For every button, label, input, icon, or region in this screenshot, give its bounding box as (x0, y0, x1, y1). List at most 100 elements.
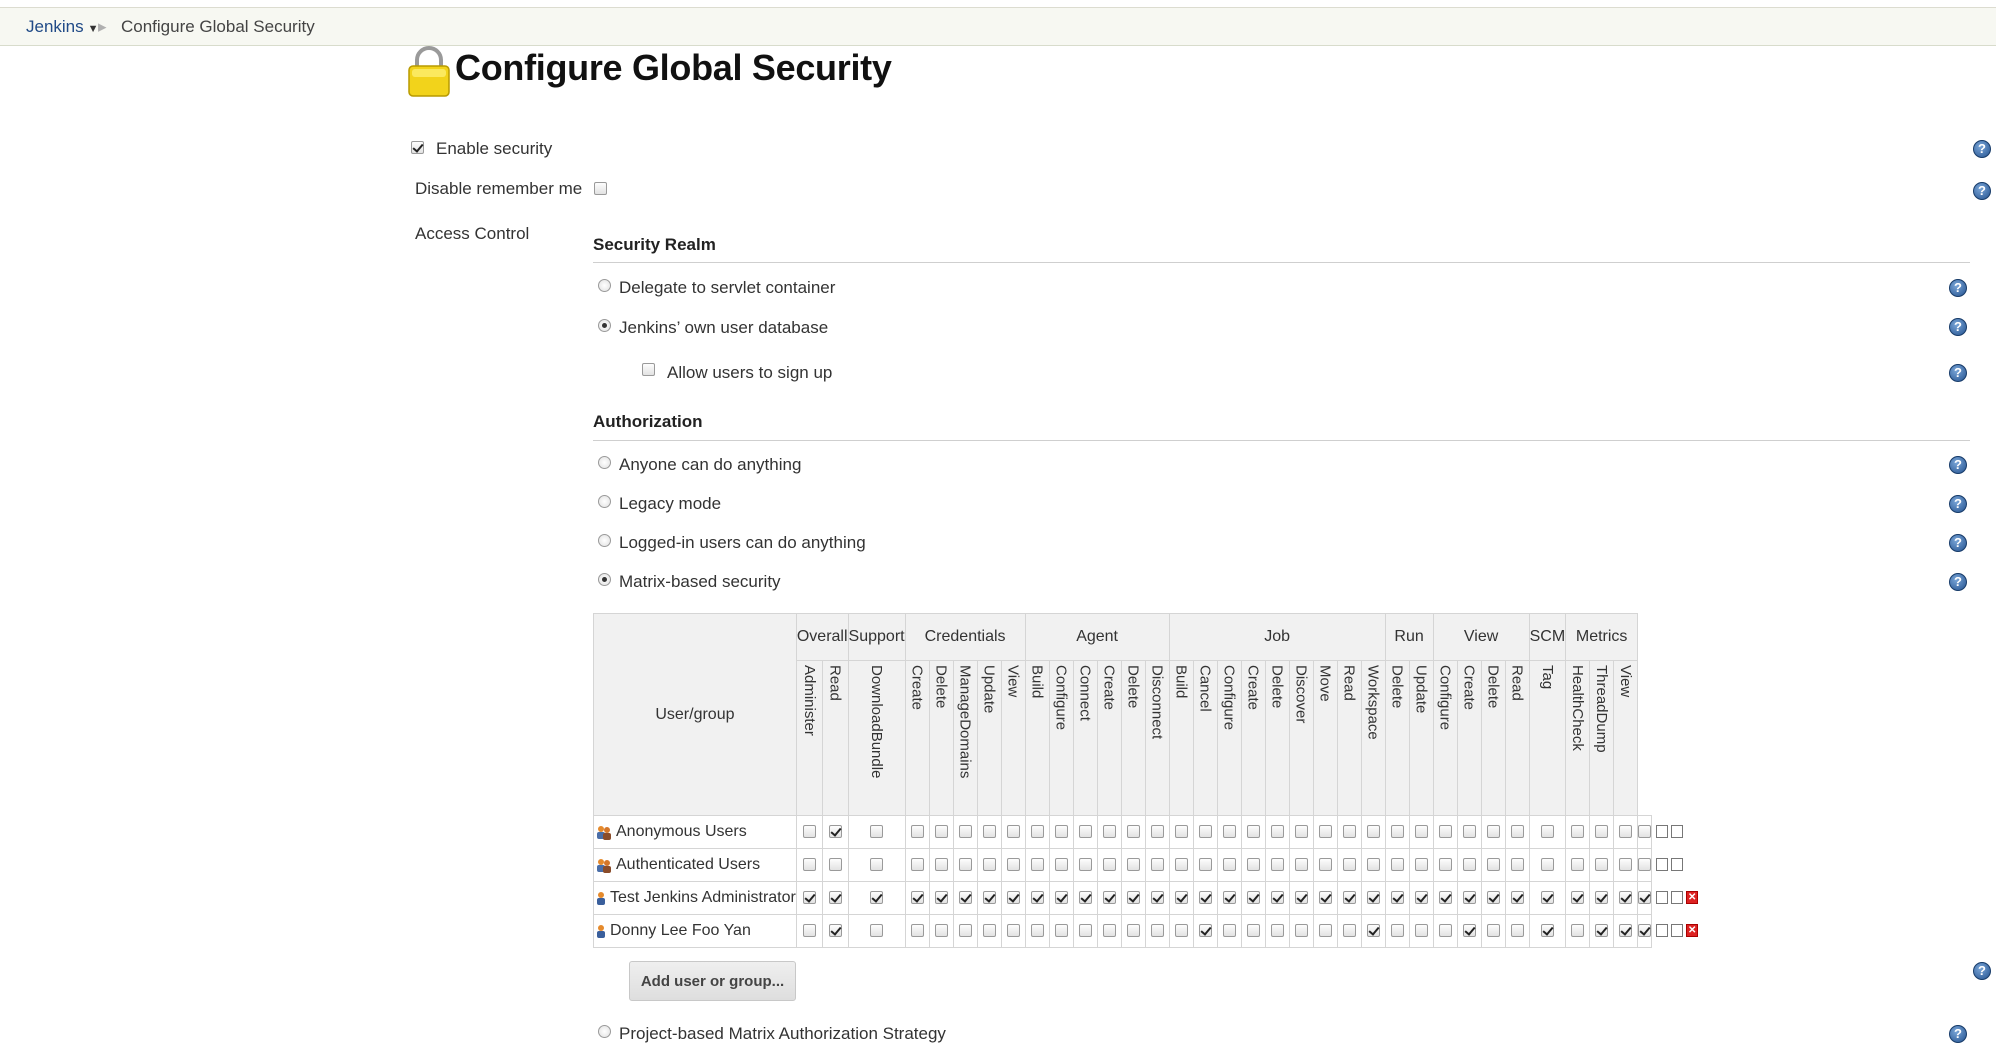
delegate-servlet-label[interactable]: Delegate to servlet container (619, 278, 835, 298)
permission-checkbox[interactable] (1222, 891, 1236, 905)
permission-checkbox[interactable] (870, 858, 884, 872)
radio-legacy[interactable] (598, 495, 611, 508)
permission-checkbox[interactable] (1510, 924, 1524, 938)
permission-checkbox[interactable] (958, 924, 972, 938)
legacy-label[interactable]: Legacy mode (619, 494, 721, 514)
permission-checkbox[interactable] (1078, 825, 1092, 839)
permission-checkbox[interactable] (1006, 924, 1020, 938)
jenkins-user-db-label[interactable]: Jenkins’ own user database (619, 318, 828, 338)
permission-checkbox[interactable] (1102, 858, 1116, 872)
permission-checkbox[interactable] (982, 891, 996, 905)
permission-checkbox[interactable] (1150, 924, 1164, 938)
permission-checkbox[interactable] (910, 891, 924, 905)
permission-checkbox[interactable] (1390, 891, 1404, 905)
permission-checkbox[interactable] (1126, 825, 1140, 839)
delete-entry-icon[interactable]: ✕ (1686, 891, 1699, 905)
help-icon[interactable]: ? (1949, 456, 1967, 474)
permission-checkbox[interactable] (1246, 858, 1260, 872)
permission-checkbox[interactable] (1462, 858, 1476, 872)
permission-checkbox[interactable] (1638, 858, 1652, 872)
radio-jenkins-user-db[interactable] (598, 319, 611, 332)
permission-checkbox[interactable] (1619, 924, 1633, 938)
permission-checkbox[interactable] (1540, 825, 1554, 839)
help-icon[interactable]: ? (1949, 1025, 1967, 1043)
permission-checkbox[interactable] (1222, 825, 1236, 839)
permission-checkbox[interactable] (1342, 924, 1356, 938)
permission-checkbox[interactable] (982, 825, 996, 839)
permission-checkbox[interactable] (1342, 858, 1356, 872)
help-icon[interactable]: ? (1973, 962, 1991, 980)
permission-checkbox[interactable] (1619, 825, 1633, 839)
permission-checkbox[interactable] (1438, 924, 1452, 938)
permission-checkbox[interactable] (1006, 891, 1020, 905)
permission-checkbox[interactable] (1638, 891, 1652, 905)
permission-checkbox[interactable] (1462, 924, 1476, 938)
radio-delegate-servlet[interactable] (598, 279, 611, 292)
anyone-label[interactable]: Anyone can do anything (619, 455, 801, 475)
permission-checkbox[interactable] (1486, 858, 1500, 872)
permission-checkbox[interactable] (1126, 891, 1140, 905)
permission-checkbox[interactable] (1619, 891, 1633, 905)
permission-checkbox[interactable] (910, 825, 924, 839)
permission-checkbox[interactable] (1294, 924, 1308, 938)
permission-checkbox[interactable] (1006, 825, 1020, 839)
permission-checkbox[interactable] (1270, 825, 1284, 839)
permission-checkbox[interactable] (828, 924, 842, 938)
permission-checkbox[interactable] (934, 891, 948, 905)
permission-checkbox[interactable] (1126, 924, 1140, 938)
breadcrumb-home-link[interactable]: Jenkins ▼ (26, 8, 99, 46)
breadcrumb-home-label[interactable]: Jenkins (26, 17, 84, 36)
permission-checkbox[interactable] (1414, 858, 1428, 872)
permission-checkbox[interactable] (1150, 858, 1164, 872)
permission-checkbox[interactable] (1102, 891, 1116, 905)
select-all-icon[interactable] (1656, 924, 1669, 938)
permission-checkbox[interactable] (1318, 825, 1332, 839)
permission-checkbox[interactable] (958, 825, 972, 839)
delete-entry-icon[interactable]: ✕ (1686, 924, 1699, 938)
permission-checkbox[interactable] (1571, 825, 1585, 839)
caret-down-icon[interactable]: ▼ (88, 23, 99, 35)
unselect-all-icon[interactable] (1671, 924, 1684, 938)
permission-checkbox[interactable] (1390, 858, 1404, 872)
permission-checkbox[interactable] (1030, 825, 1044, 839)
permission-checkbox[interactable] (1638, 924, 1652, 938)
help-icon[interactable]: ? (1949, 495, 1967, 513)
permission-checkbox[interactable] (1390, 825, 1404, 839)
enable-security-checkbox[interactable] (411, 141, 424, 154)
permission-checkbox[interactable] (870, 924, 884, 938)
permission-checkbox[interactable] (1438, 858, 1452, 872)
permission-checkbox[interactable] (1078, 924, 1092, 938)
permission-checkbox[interactable] (1486, 825, 1500, 839)
allow-signup-checkbox[interactable] (642, 363, 655, 376)
permission-checkbox[interactable] (1198, 891, 1212, 905)
permission-checkbox[interactable] (1054, 891, 1068, 905)
permission-checkbox[interactable] (1126, 858, 1140, 872)
help-icon[interactable]: ? (1949, 573, 1967, 591)
permission-checkbox[interactable] (1595, 891, 1609, 905)
permission-checkbox[interactable] (1486, 891, 1500, 905)
permission-checkbox[interactable] (1006, 858, 1020, 872)
permission-checkbox[interactable] (910, 858, 924, 872)
permission-checkbox[interactable] (1571, 891, 1585, 905)
permission-checkbox[interactable] (828, 891, 842, 905)
permission-checkbox[interactable] (1270, 858, 1284, 872)
permission-checkbox[interactable] (1198, 924, 1212, 938)
permission-checkbox[interactable] (1510, 858, 1524, 872)
permission-checkbox[interactable] (802, 858, 816, 872)
permission-checkbox[interactable] (1595, 924, 1609, 938)
help-icon[interactable]: ? (1949, 534, 1967, 552)
breadcrumb-current[interactable]: Configure Global Security (121, 8, 315, 46)
permission-checkbox[interactable] (1414, 924, 1428, 938)
permission-checkbox[interactable] (1438, 825, 1452, 839)
permission-checkbox[interactable] (1540, 891, 1554, 905)
permission-checkbox[interactable] (1571, 924, 1585, 938)
permission-checkbox[interactable] (1619, 858, 1633, 872)
permission-checkbox[interactable] (870, 825, 884, 839)
permission-checkbox[interactable] (1366, 825, 1380, 839)
permission-checkbox[interactable] (934, 825, 948, 839)
permission-checkbox[interactable] (1054, 825, 1068, 839)
permission-checkbox[interactable] (1246, 891, 1260, 905)
help-icon[interactable]: ? (1949, 364, 1967, 382)
permission-checkbox[interactable] (1318, 858, 1332, 872)
permission-checkbox[interactable] (1246, 924, 1260, 938)
